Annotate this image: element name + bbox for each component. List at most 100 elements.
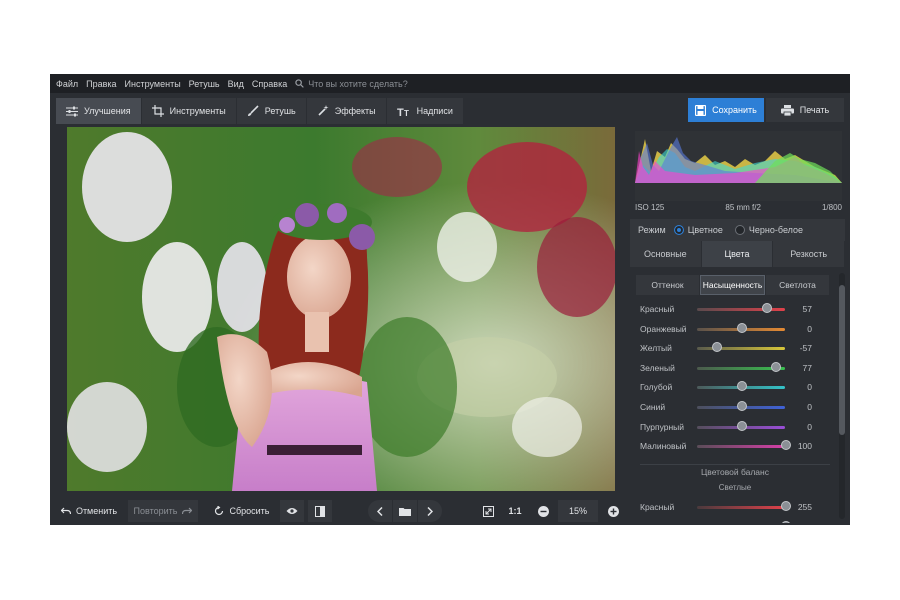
slider-label: Голубой (640, 382, 673, 393)
slider-row: Зеленый 77 (630, 358, 830, 378)
saturation-sliders: Красный 57 Оранжевый 0 Желтый -57 Зеленый 77 Гол… (630, 299, 830, 456)
mode-selector: Режим Цветное Черно-белое (630, 219, 845, 241)
slider-value: 0 (807, 382, 812, 393)
menu-search[interactable]: Что вы хотите сделать? (295, 79, 408, 89)
slider-label: Синий (640, 401, 666, 412)
histogram-graph (635, 131, 842, 201)
next-image-button[interactable] (418, 500, 442, 522)
slider-handle[interactable] (711, 342, 722, 353)
menu-retouch[interactable]: Ретушь (185, 79, 224, 89)
slider-handle[interactable] (737, 322, 747, 333)
slider-label: Красный (640, 502, 675, 512)
histogram (635, 131, 842, 201)
slider-row: Красный 255 (630, 497, 830, 517)
subtab-saturation[interactable]: Насыщенность (700, 275, 765, 295)
lens-value: 85 mm f/2 (725, 202, 761, 212)
slider-row: Оранжевый 0 (630, 319, 830, 339)
photo-preview[interactable] (67, 127, 615, 491)
redo-icon (182, 507, 193, 515)
slider-value: 0 (807, 323, 812, 334)
menu-bar: Файл Правка Инструменты Ретушь Вид Справ… (50, 74, 850, 93)
highlights-title: Светлые (718, 483, 752, 492)
subtab-lightness[interactable]: Светлота (766, 275, 829, 295)
tab-retouch[interactable]: Ретушь (236, 98, 306, 124)
sliders-icon (66, 106, 78, 116)
slider-track[interactable] (697, 347, 785, 351)
slider-label: Желтый (640, 343, 672, 354)
tab-tools[interactable]: Инструменты (141, 98, 236, 124)
slider-row: Пурпурный 0 (630, 417, 830, 437)
slider-label: Пурпурный (640, 421, 685, 432)
portrait-photo (67, 127, 615, 491)
tab-basic[interactable]: Основные (630, 241, 701, 267)
slider-track[interactable] (697, 445, 785, 449)
undo-button[interactable]: Отменить (56, 500, 122, 522)
print-button[interactable]: Печать (766, 98, 844, 122)
zoom-out-button[interactable] (532, 500, 554, 522)
menu-help[interactable]: Справка (248, 79, 291, 89)
tab-enhance[interactable]: Улучшения (56, 98, 141, 124)
slider-value: 255 (797, 502, 812, 512)
print-button-label: Печать (799, 105, 830, 115)
zoom-out-icon (537, 505, 549, 517)
zoom-in-button[interactable] (602, 500, 624, 522)
menu-tools[interactable]: Инструменты (121, 79, 185, 89)
slider-row: Синий 0 (630, 397, 830, 417)
scrollbar-thumb[interactable] (839, 285, 845, 435)
menu-file[interactable]: Файл (50, 79, 82, 89)
search-input[interactable]: Что вы хотите сделать? (308, 79, 408, 89)
crop-icon (151, 105, 164, 117)
divider (640, 464, 830, 465)
redo-button[interactable]: Повторить (128, 500, 198, 522)
reset-label: Сбросить (229, 506, 270, 516)
slider-value: 57 (802, 304, 812, 314)
slider-handle[interactable] (737, 420, 747, 431)
tab-text[interactable]: TT Надписи (386, 98, 463, 124)
mode-bw-radio[interactable]: Черно-белое (734, 225, 803, 235)
tab-colors[interactable]: Цвета (701, 241, 773, 267)
subtab-hue[interactable]: Оттенок (636, 275, 699, 295)
menu-view[interactable]: Вид (224, 79, 248, 89)
compare-button[interactable] (308, 500, 332, 522)
slider-row: Зеленый 255 (630, 517, 830, 523)
slider-handle[interactable] (737, 381, 747, 392)
chevron-right-icon (427, 506, 433, 516)
slider-handle[interactable] (770, 361, 781, 372)
panel-scrollbar[interactable] (839, 273, 845, 519)
slider-value: 0 (807, 421, 812, 432)
text-icon: TT (397, 107, 409, 117)
svg-text:T: T (397, 107, 404, 117)
tab-effects-label: Эффекты (334, 106, 376, 116)
prev-image-button[interactable] (368, 500, 392, 522)
chevron-left-icon (377, 506, 383, 516)
eye-icon (286, 508, 298, 514)
tab-sharpness[interactable]: Резкость (773, 241, 845, 267)
slider-handle[interactable] (762, 303, 773, 313)
radio-empty-icon (734, 225, 745, 235)
zoom-value[interactable]: 15% (558, 500, 598, 522)
open-folder-button[interactable] (393, 500, 417, 522)
exif-info: ISO 125 85 mm f/2 1/800 (635, 201, 842, 213)
slider-row: Желтый -57 (630, 338, 830, 358)
search-icon (295, 79, 305, 88)
slider-track[interactable] (697, 506, 785, 509)
menu-edit[interactable]: Правка (82, 79, 120, 89)
slider-label: Зеленый (640, 522, 675, 523)
fit-screen-icon (482, 505, 494, 517)
undo-icon (60, 507, 71, 515)
reset-icon (215, 506, 224, 516)
reset-button[interactable]: Сбросить (210, 500, 274, 522)
fit-screen-button[interactable] (476, 500, 500, 522)
save-button[interactable]: Сохранить (688, 98, 764, 122)
zoom-in-icon (607, 505, 619, 517)
actual-size-button[interactable]: 1:1 (503, 500, 527, 522)
mode-color-radio[interactable]: Цветное (673, 225, 723, 235)
tab-effects[interactable]: Эффекты (306, 98, 386, 124)
tab-retouch-label: Ретушь (264, 106, 296, 116)
slider-value: 100 (797, 441, 812, 452)
slider-handle[interactable] (737, 400, 747, 411)
slider-value: 77 (802, 362, 812, 373)
section-tabs: Основные Цвета Резкость (630, 241, 845, 267)
preview-toggle-button[interactable] (280, 500, 304, 522)
color-subtabs: Оттенок Насыщенность Светлота (636, 275, 830, 295)
